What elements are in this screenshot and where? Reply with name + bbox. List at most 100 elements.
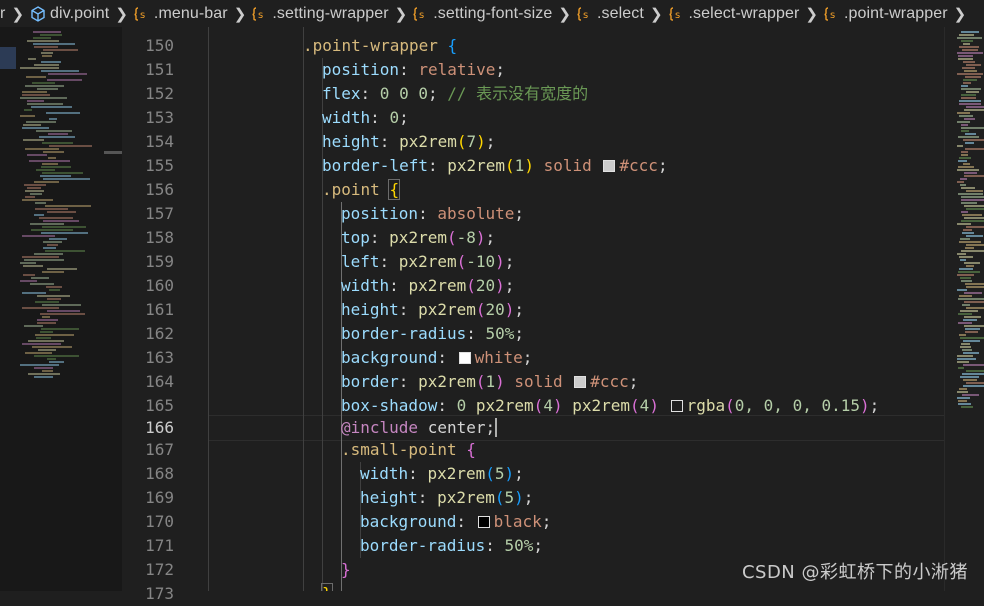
minimap-line bbox=[23, 274, 35, 276]
minimap-line bbox=[35, 208, 68, 210]
code-editor[interactable]: .point-wrapper { position: relative; fle… bbox=[202, 27, 944, 591]
minimap-line bbox=[37, 322, 56, 324]
line-number: 155 bbox=[145, 156, 174, 175]
minimap-line bbox=[965, 328, 980, 330]
minimap-line bbox=[957, 289, 967, 291]
minimap-line bbox=[27, 40, 59, 42]
minimap-line bbox=[40, 331, 53, 333]
minimap-line bbox=[41, 70, 79, 72]
minimap-line bbox=[960, 376, 979, 378]
minimap-line bbox=[966, 286, 984, 288]
color-swatch-icon[interactable] bbox=[574, 376, 587, 388]
minimap-line bbox=[962, 67, 975, 69]
chevron-right-icon: ❯ bbox=[11, 5, 25, 23]
minimap-line bbox=[33, 37, 51, 39]
minimap-line bbox=[20, 115, 35, 117]
minimap-line bbox=[961, 127, 984, 129]
color-swatch-icon[interactable] bbox=[477, 516, 490, 528]
minimap-line bbox=[35, 301, 59, 303]
property-token: width bbox=[322, 108, 371, 127]
minimap-line bbox=[41, 232, 88, 234]
property-token: height bbox=[322, 132, 380, 151]
minimap-line bbox=[958, 271, 980, 273]
scss-selector-icon: s bbox=[133, 5, 151, 23]
minimap-line bbox=[965, 133, 976, 135]
minimap-line bbox=[41, 328, 79, 330]
minimap-line bbox=[960, 259, 966, 261]
breadcrumb-item-setting-font-size[interactable]: ❯ s .setting-font-size bbox=[389, 5, 553, 23]
line-number: 153 bbox=[145, 108, 174, 127]
color-swatch-icon[interactable] bbox=[458, 352, 471, 364]
minimap-line bbox=[964, 217, 984, 219]
property-token: height bbox=[360, 488, 418, 507]
property-token: box-shadow bbox=[341, 396, 438, 415]
indent-guide bbox=[303, 27, 304, 591]
function-token: px2rem bbox=[408, 276, 467, 295]
minimap-line bbox=[46, 286, 62, 288]
minimap-line bbox=[40, 313, 85, 315]
color-swatch-icon[interactable] bbox=[670, 400, 683, 412]
minimap-line bbox=[41, 61, 61, 63]
property-token: height bbox=[341, 300, 399, 319]
scrollbar-thumb[interactable] bbox=[104, 151, 122, 154]
breadcrumb-item-select[interactable]: ❯ s .select bbox=[552, 5, 644, 23]
minimap-line bbox=[961, 151, 968, 153]
minimap-line bbox=[957, 145, 963, 147]
line-number-active: 166 bbox=[145, 418, 174, 437]
breadcrumb-item-div-point[interactable]: ❯ div.point bbox=[5, 5, 109, 23]
minimap-line bbox=[34, 376, 53, 378]
minimap-line bbox=[34, 253, 63, 255]
chevron-right-icon: ❯ bbox=[649, 5, 663, 23]
minimap-line bbox=[958, 166, 974, 168]
minimap-line bbox=[961, 124, 968, 126]
minimap-line bbox=[957, 112, 970, 114]
minimap-line bbox=[23, 139, 44, 141]
breadcrumb-item-point-wrapper[interactable]: ❯ s .point-wrapper ❯ bbox=[799, 5, 971, 23]
breadcrumb-item-setting-wrapper[interactable]: ❯ s .setting-wrapper bbox=[228, 5, 389, 23]
svg-text:s: s bbox=[583, 10, 588, 21]
minimap-line bbox=[47, 268, 77, 270]
minimap-line bbox=[47, 310, 80, 312]
minimap-line bbox=[48, 133, 68, 135]
value-token: solid bbox=[514, 372, 563, 391]
left-minimap[interactable] bbox=[0, 27, 122, 591]
minimap-line bbox=[37, 88, 58, 90]
minimap[interactable] bbox=[944, 27, 984, 591]
breadcrumb-item-select-wrapper[interactable]: ❯ s .select-wrapper bbox=[644, 5, 799, 23]
line-number-gutter[interactable]: 150 151 152 153 154 155 156 157 158 159 … bbox=[122, 27, 202, 603]
function-token: px2rem bbox=[427, 464, 486, 483]
code-line-150: .point-wrapper { bbox=[303, 34, 457, 58]
minimap-line bbox=[47, 79, 82, 81]
scss-selector-icon: s bbox=[412, 5, 430, 23]
number-token: 0 bbox=[456, 396, 467, 415]
minimap-line bbox=[958, 367, 964, 369]
minimap-line bbox=[34, 46, 58, 48]
color-swatch-icon[interactable] bbox=[603, 160, 616, 172]
line-number: 159 bbox=[145, 252, 174, 271]
minimap-line bbox=[29, 160, 70, 162]
minimap-line bbox=[37, 319, 58, 321]
line-number: 150 bbox=[145, 36, 174, 55]
minimap-line bbox=[25, 190, 44, 192]
breadcrumb-item-menu-bar[interactable]: ❯ s .menu-bar bbox=[109, 5, 227, 23]
line-number: 163 bbox=[145, 348, 174, 367]
selector-token: .point bbox=[322, 180, 380, 199]
value-token: white bbox=[474, 348, 523, 367]
line-number: 167 bbox=[145, 440, 174, 459]
minimap-line bbox=[959, 46, 979, 48]
svg-text:s: s bbox=[258, 10, 263, 21]
property-token: top bbox=[341, 228, 370, 247]
minimap-line bbox=[962, 214, 982, 216]
minimap-line bbox=[959, 100, 981, 102]
minimap-line bbox=[966, 106, 984, 108]
minimap-line bbox=[34, 64, 59, 66]
minimap-line bbox=[963, 79, 977, 81]
property-token: left bbox=[341, 252, 380, 271]
minimap-line bbox=[964, 109, 984, 111]
number-token: 4 bbox=[639, 396, 650, 415]
minimap-line bbox=[40, 175, 71, 177]
minimap-line bbox=[20, 262, 36, 264]
minimap-line bbox=[30, 193, 42, 195]
brace-token: { bbox=[466, 440, 476, 459]
number-token: 0, 0, 0, 0.15 bbox=[734, 396, 860, 415]
